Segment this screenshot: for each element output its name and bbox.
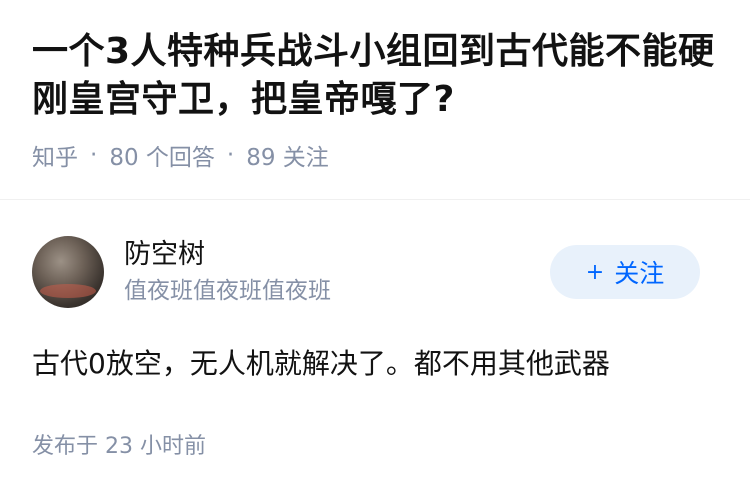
author-row: 防空树 值夜班值夜班值夜班 + 关注	[32, 236, 718, 308]
author-info-block: 防空树 值夜班值夜班值夜班	[32, 236, 331, 308]
meta-separator: ·	[226, 142, 235, 168]
question-title[interactable]: 一个3人特种兵战斗小组回到古代能不能硬刚皇宫守卫，把皇帝嘎了?	[32, 28, 718, 124]
followers-count[interactable]: 89 关注	[246, 138, 329, 172]
answer-content[interactable]: 古代0放空，无人机就解决了。都不用其他武器	[32, 344, 718, 384]
source-label[interactable]: 知乎	[32, 138, 78, 172]
question-header: 一个3人特种兵战斗小组回到古代能不能硬刚皇宫守卫，把皇帝嘎了? 知乎 · 80 …	[0, 0, 750, 200]
author-bio: 值夜班值夜班值夜班	[124, 278, 331, 304]
meta-separator: ·	[90, 142, 98, 168]
answers-count[interactable]: 80 个回答	[109, 138, 215, 172]
follow-label: 关注	[614, 259, 665, 288]
avatar[interactable]	[32, 236, 104, 308]
author-info: 防空树 值夜班值夜班值夜班	[124, 237, 331, 307]
follow-button[interactable]: + 关注	[550, 245, 700, 299]
plus-icon: +	[585, 259, 605, 285]
author-name[interactable]: 防空树	[124, 237, 331, 273]
question-meta: 知乎 · 80 个回答 · 89 关注	[32, 138, 718, 172]
answer-card: 防空树 值夜班值夜班值夜班 + 关注 古代0放空，无人机就解决了。都不用其他武器…	[0, 200, 750, 460]
publish-time: 发布于 23 小时前	[32, 434, 206, 459]
